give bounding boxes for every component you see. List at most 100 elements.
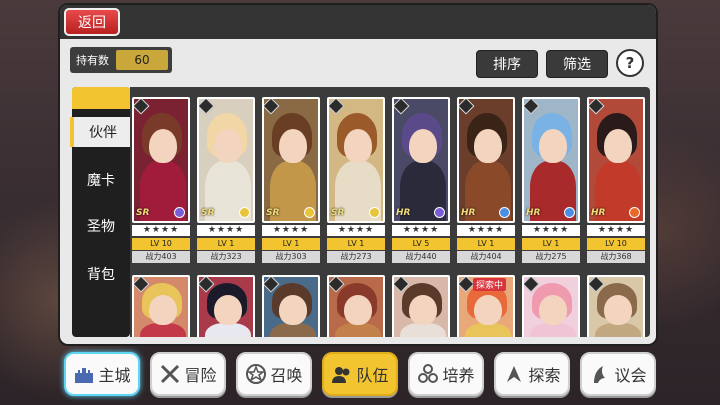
power-label: 战力303 (262, 251, 320, 263)
rarity-label: SR (136, 208, 150, 218)
nav-label: 队伍 (356, 366, 389, 385)
portrait-face (214, 295, 242, 325)
level-label: LV 10 (132, 238, 190, 250)
sidebar-item-magic-cards[interactable]: 魔卡 (72, 165, 130, 195)
portrait-face (344, 295, 372, 325)
class-badge-icon (264, 99, 280, 115)
companion-card[interactable] (262, 275, 320, 337)
companion-card[interactable]: SR (327, 97, 385, 223)
companion-card[interactable] (392, 275, 450, 337)
portrait-body (140, 323, 186, 337)
category-sidebar: 伙伴 魔卡 圣物 背包 (70, 87, 132, 337)
portrait-face (279, 129, 307, 163)
companion-card[interactable]: SR (132, 97, 190, 223)
element-icon (499, 207, 510, 218)
portrait-face (149, 295, 177, 325)
portrait-face (149, 129, 177, 163)
companion-card[interactable] (327, 275, 385, 337)
class-badge-icon (329, 99, 345, 115)
rarity-label: HR (461, 208, 476, 218)
crossed-swords-icon (159, 363, 181, 385)
nav-label: 冒险 (184, 366, 217, 385)
companion-card[interactable]: SR (262, 97, 320, 223)
companion-card[interactable] (587, 275, 645, 337)
companion-card[interactable] (197, 275, 255, 337)
portrait-body (205, 323, 251, 337)
portrait-face (539, 129, 567, 163)
element-icon (564, 207, 575, 218)
portrait-body (465, 323, 511, 337)
star-rating: ★★★★ (327, 225, 385, 236)
rarity-label: SR (201, 208, 215, 218)
power-label: 战力323 (197, 251, 255, 263)
nav-label: 议会 (614, 366, 647, 385)
nav-summon-star-button[interactable]: 召唤 (236, 352, 312, 396)
element-icon (434, 207, 445, 218)
portrait-body (400, 323, 446, 337)
filter-button[interactable]: 筛选 (546, 50, 608, 78)
companion-card[interactable]: 探索中 (457, 275, 515, 337)
level-label: LV 10 (587, 238, 645, 250)
nav-label: 培养 (442, 366, 475, 385)
exploring-tag: 探索中 (473, 278, 507, 291)
sort-button[interactable]: 排序 (476, 50, 538, 78)
nav-label: 主城 (98, 366, 131, 385)
star-rating: ★★★★ (197, 225, 255, 236)
portrait-body (270, 323, 316, 337)
companion-card[interactable]: HR (392, 97, 450, 223)
portrait-body (335, 323, 381, 337)
nav-train-button[interactable]: 培养 (408, 352, 484, 396)
companion-card[interactable] (132, 275, 190, 337)
nav-crossed-swords-button[interactable]: 冒险 (150, 352, 226, 396)
companion-grid: SR ★★★★ LV 10 战力403 SR ★★★★ LV 1 战力323 SR ★★★★ LV … (130, 87, 650, 337)
element-icon (304, 207, 315, 218)
portrait-face (214, 129, 242, 163)
companion-card[interactable]: HR (522, 97, 580, 223)
class-badge-icon (199, 99, 215, 115)
class-badge-icon (459, 99, 475, 115)
star-rating: ★★★★ (392, 225, 450, 236)
sidebar-item-relics[interactable]: 圣物 (72, 211, 130, 241)
game-screen: 返回 持有数 60 排序 筛选 ? 伙伴 魔卡 圣物 背包 SR ★★★★ LV 1… (0, 0, 720, 405)
level-label: LV 1 (327, 238, 385, 250)
level-label: LV 1 (197, 238, 255, 250)
nav-team-button[interactable]: 队伍 (322, 352, 398, 396)
castle-icon (73, 363, 95, 385)
nav-explore-button[interactable]: 探索 (494, 352, 570, 396)
companion-card[interactable] (522, 275, 580, 337)
portrait-face (409, 295, 437, 325)
portrait-face (539, 295, 567, 325)
portrait-body (595, 323, 641, 337)
train-icon (417, 363, 439, 385)
portrait-face (474, 129, 502, 163)
help-button[interactable]: ? (616, 49, 644, 77)
portrait-face (604, 295, 632, 325)
bottom-navigation: 主城 冒险 召唤 队伍 培养 探索 议会 (64, 352, 656, 400)
rarity-label: SR (266, 208, 280, 218)
power-label: 战力273 (327, 251, 385, 263)
nav-council-button[interactable]: 议会 (580, 352, 656, 396)
level-label: LV 1 (457, 238, 515, 250)
sidebar-item-companions[interactable]: 伙伴 (70, 117, 132, 147)
rarity-label: SR (331, 208, 345, 218)
level-label: LV 5 (392, 238, 450, 250)
companion-card[interactable]: HR (457, 97, 515, 223)
rarity-label: HR (591, 208, 606, 218)
portrait-face (344, 129, 372, 163)
element-icon (239, 207, 250, 218)
star-rating: ★★★★ (587, 225, 645, 236)
summon-star-icon (245, 363, 267, 385)
element-icon (174, 207, 185, 218)
portrait-face (474, 295, 502, 325)
power-label: 战力440 (392, 251, 450, 263)
element-icon (629, 207, 640, 218)
power-label: 战力404 (457, 251, 515, 263)
companion-card[interactable]: SR (197, 97, 255, 223)
companion-card[interactable]: HR (587, 97, 645, 223)
class-badge-icon (589, 99, 605, 115)
back-button[interactable]: 返回 (64, 8, 120, 36)
nav-label: 探索 (528, 366, 561, 385)
sidebar-item-backpack[interactable]: 背包 (72, 259, 130, 289)
power-label: 战力368 (587, 251, 645, 263)
nav-castle-button[interactable]: 主城 (64, 352, 140, 396)
